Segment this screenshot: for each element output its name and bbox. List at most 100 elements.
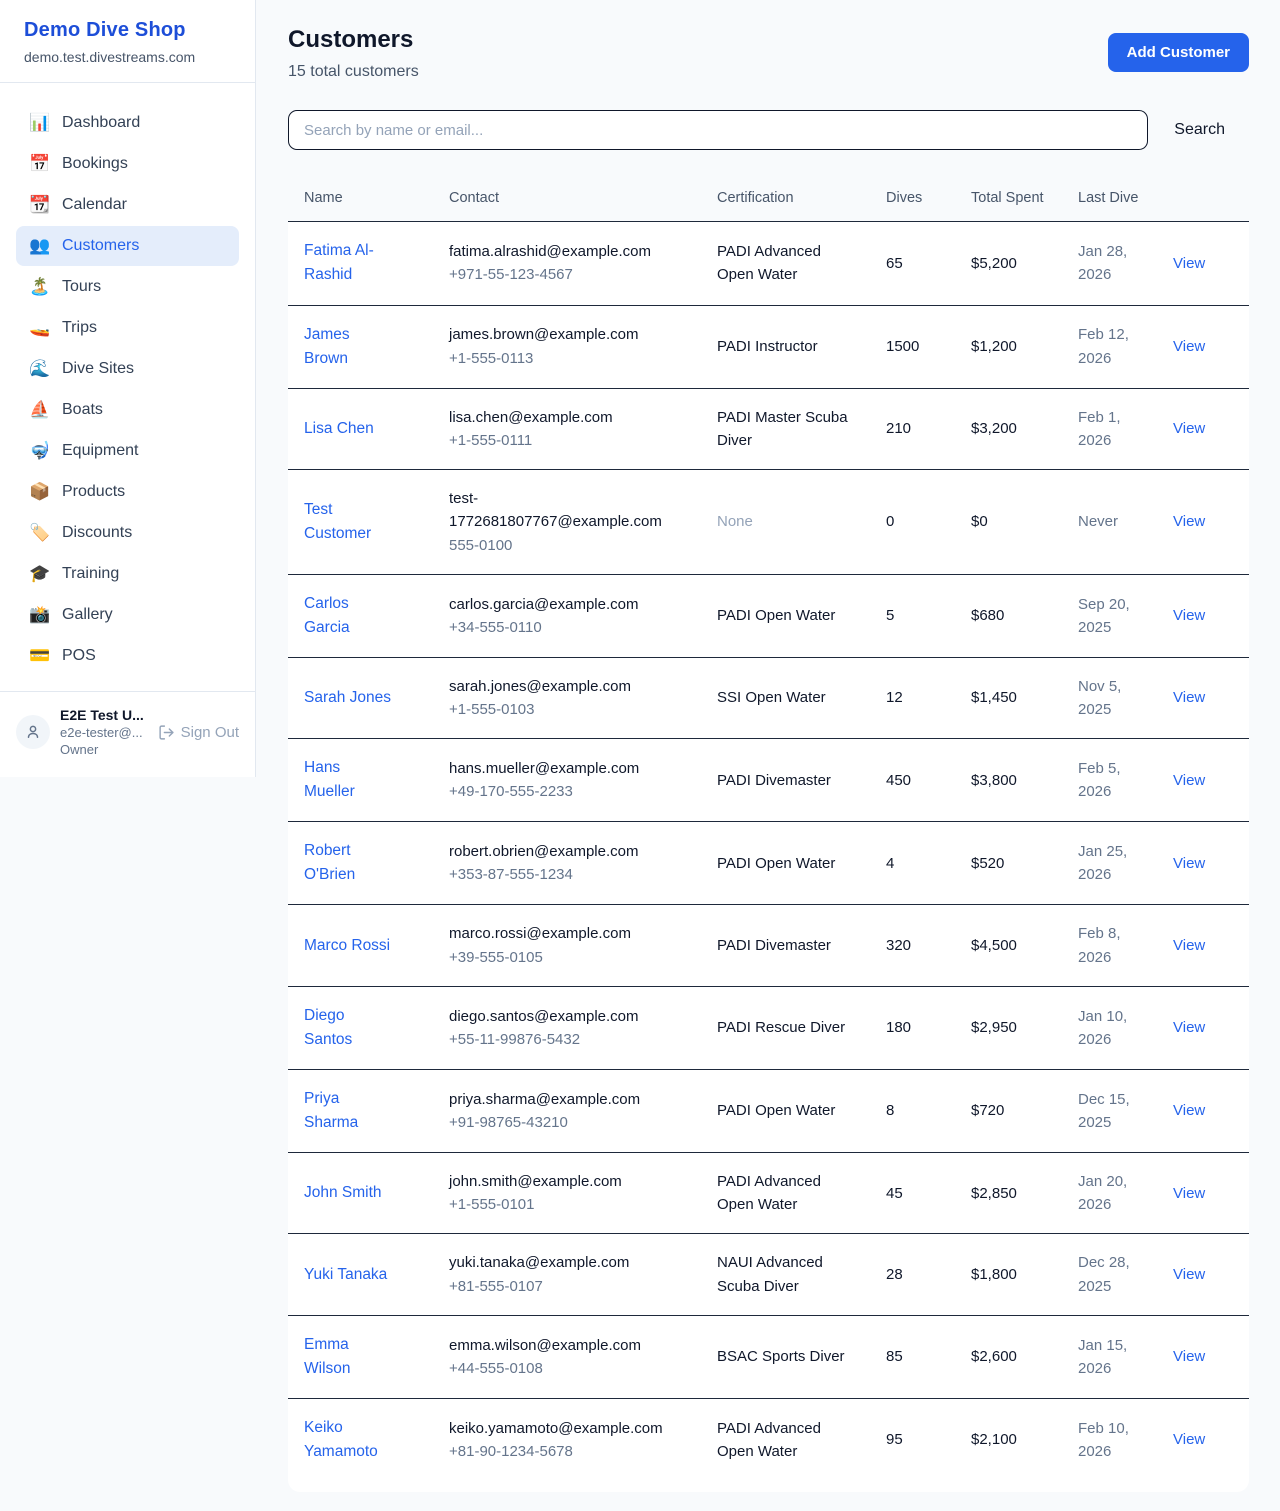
- main-content: Customers 15 total customers Add Custome…: [256, 0, 1280, 1511]
- search-row: Search: [288, 110, 1249, 150]
- customer-name-link[interactable]: Keiko Yamamoto: [304, 1416, 394, 1464]
- sidebar-item-calendar[interactable]: 📆 Calendar: [16, 185, 239, 225]
- sidebar-item-products[interactable]: 📦 Products: [16, 472, 239, 512]
- bar-chart-icon: 📊: [29, 113, 49, 133]
- customer-email: diego.santos@example.com: [449, 1005, 685, 1028]
- customer-email: test-1772681807767@example.com: [449, 487, 685, 534]
- sidebar-item-label: Boats: [62, 401, 103, 419]
- customer-last-dive: Feb 8, 2026: [1062, 905, 1157, 987]
- graduation-cap-icon: 🎓: [29, 564, 49, 584]
- sidebar-item-gallery[interactable]: 📸 Gallery: [16, 595, 239, 635]
- customer-dives: 1500: [870, 305, 955, 388]
- view-link[interactable]: View: [1173, 420, 1205, 437]
- sidebar-item-label: POS: [62, 647, 96, 665]
- customer-total-spent: $1,800: [955, 1234, 1062, 1316]
- calendar-date-icon: 📅: [29, 154, 49, 174]
- view-link[interactable]: View: [1173, 1348, 1205, 1365]
- view-link[interactable]: View: [1173, 689, 1205, 706]
- customer-certification: PADI Open Water: [701, 822, 870, 905]
- customer-last-dive: Jan 20, 2026: [1062, 1152, 1157, 1234]
- column-header-certification: Certification: [701, 175, 870, 222]
- customer-name-link[interactable]: Lisa Chen: [304, 417, 374, 441]
- sidebar-item-boats[interactable]: ⛵ Boats: [16, 390, 239, 430]
- customer-dives: 0: [870, 470, 955, 575]
- user-meta: E2E Test U... e2e-tester@... Owner: [60, 707, 148, 757]
- search-button[interactable]: Search: [1148, 121, 1249, 139]
- customer-total-spent: $3,800: [955, 739, 1062, 822]
- customer-phone: +353-87-555-1234: [449, 863, 685, 886]
- person-icon: [24, 723, 42, 741]
- customer-last-dive: Jan 15, 2026: [1062, 1315, 1157, 1398]
- sidebar-item-label: Equipment: [62, 442, 139, 460]
- customer-name-link[interactable]: Yuki Tanaka: [304, 1263, 387, 1287]
- sidebar-item-dive-sites[interactable]: 🌊 Dive Sites: [16, 349, 239, 389]
- table-row: Priya Sharma priya.sharma@example.com +9…: [288, 1069, 1249, 1152]
- customer-name-link[interactable]: Priya Sharma: [304, 1087, 394, 1135]
- sidebar-item-pos[interactable]: 💳 POS: [16, 636, 239, 676]
- customer-name-link[interactable]: Marco Rossi: [304, 934, 390, 958]
- sign-out-icon: [158, 724, 175, 741]
- view-link[interactable]: View: [1173, 1102, 1205, 1119]
- customer-name-link[interactable]: Hans Mueller: [304, 756, 394, 804]
- sidebar-item-bookings[interactable]: 📅 Bookings: [16, 144, 239, 184]
- sidebar-item-dashboard[interactable]: 📊 Dashboard: [16, 103, 239, 143]
- customer-phone: +34-555-0110: [449, 616, 685, 639]
- customer-dives: 8: [870, 1069, 955, 1152]
- table-header-row: Name Contact Certification Dives Total S…: [288, 175, 1249, 222]
- view-link[interactable]: View: [1173, 1266, 1205, 1283]
- customer-phone: +39-555-0105: [449, 946, 685, 969]
- customer-certification: PADI Instructor: [701, 305, 870, 388]
- sidebar-item-tours[interactable]: 🏝️ Tours: [16, 267, 239, 307]
- view-link[interactable]: View: [1173, 607, 1205, 624]
- customer-name-link[interactable]: Emma Wilson: [304, 1333, 394, 1381]
- customer-dives: 450: [870, 739, 955, 822]
- customer-count: 15 total customers: [288, 63, 419, 81]
- customer-total-spent: $680: [955, 574, 1062, 657]
- sidebar-item-customers[interactable]: 👥 Customers: [16, 226, 239, 266]
- view-link[interactable]: View: [1173, 1185, 1205, 1202]
- table-row: Robert O'Brien robert.obrien@example.com…: [288, 822, 1249, 905]
- view-link[interactable]: View: [1173, 338, 1205, 355]
- label-icon: 🏷️: [29, 523, 49, 543]
- customer-phone: +81-90-1234-5678: [449, 1440, 685, 1463]
- customer-name-link[interactable]: Fatima Al-Rashid: [304, 239, 394, 287]
- customer-certification: PADI Rescue Diver: [701, 986, 870, 1069]
- customer-name-link[interactable]: Sarah Jones: [304, 686, 391, 710]
- customer-name-link[interactable]: Test Customer: [304, 498, 394, 546]
- customer-last-dive: Dec 15, 2025: [1062, 1069, 1157, 1152]
- sidebar-item-discounts[interactable]: 🏷️ Discounts: [16, 513, 239, 553]
- customer-total-spent: $0: [955, 470, 1062, 575]
- sidebar-item-label: Trips: [62, 319, 97, 337]
- view-link[interactable]: View: [1173, 513, 1205, 530]
- add-customer-button[interactable]: Add Customer: [1108, 33, 1249, 72]
- customer-name-link[interactable]: James Brown: [304, 323, 394, 371]
- customer-last-dive: Feb 12, 2026: [1062, 305, 1157, 388]
- table-row: Hans Mueller hans.mueller@example.com +4…: [288, 739, 1249, 822]
- table-row: Marco Rossi marco.rossi@example.com +39-…: [288, 905, 1249, 987]
- customer-certification: SSI Open Water: [701, 657, 870, 739]
- table-row: Keiko Yamamoto keiko.yamamoto@example.co…: [288, 1398, 1249, 1481]
- view-link[interactable]: View: [1173, 772, 1205, 789]
- sidebar-item-training[interactable]: 🎓 Training: [16, 554, 239, 594]
- sidebar-item-trips[interactable]: 🚤 Trips: [16, 308, 239, 348]
- sidebar-item-equipment[interactable]: 🤿 Equipment: [16, 431, 239, 471]
- customer-name-link[interactable]: Diego Santos: [304, 1004, 394, 1052]
- view-link[interactable]: View: [1173, 1019, 1205, 1036]
- search-input[interactable]: [288, 110, 1148, 150]
- customer-email: priya.sharma@example.com: [449, 1088, 685, 1111]
- customer-name-link[interactable]: John Smith: [304, 1181, 382, 1205]
- customer-phone: +55-11-99876-5432: [449, 1028, 685, 1051]
- customer-last-dive: Jan 10, 2026: [1062, 986, 1157, 1069]
- column-header-total-spent: Total Spent: [955, 175, 1062, 222]
- customer-phone: +1-555-0111: [449, 429, 685, 452]
- view-link[interactable]: View: [1173, 937, 1205, 954]
- view-link[interactable]: View: [1173, 1431, 1205, 1448]
- sign-out-button[interactable]: Sign Out: [158, 724, 239, 741]
- view-link[interactable]: View: [1173, 855, 1205, 872]
- table-row: Lisa Chen lisa.chen@example.com +1-555-0…: [288, 388, 1249, 470]
- customer-certification: NAUI Advanced Scuba Diver: [701, 1234, 870, 1316]
- customer-name-link[interactable]: Carlos Garcia: [304, 592, 394, 640]
- customer-total-spent: $520: [955, 822, 1062, 905]
- customer-name-link[interactable]: Robert O'Brien: [304, 839, 394, 887]
- view-link[interactable]: View: [1173, 255, 1205, 272]
